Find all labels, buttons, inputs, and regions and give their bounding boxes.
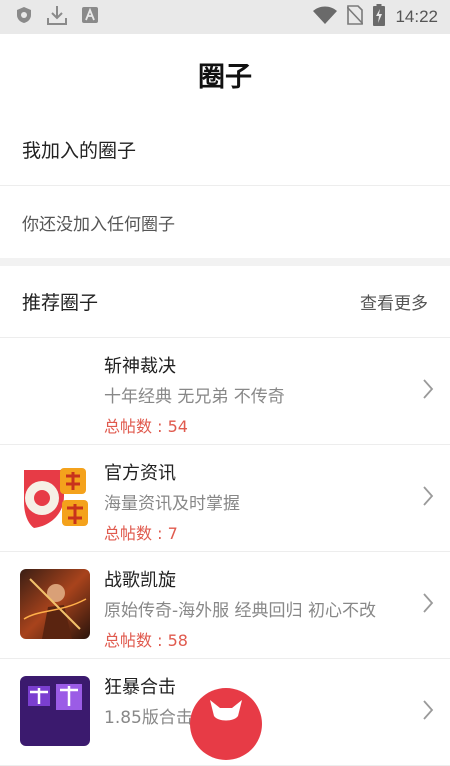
- no-sim-icon: [346, 5, 365, 29]
- circle-desc: 十年经典 无兄弟 不传奇: [104, 387, 285, 407]
- circle-desc: 1.85版合击: [104, 708, 193, 728]
- wifi-icon: [313, 6, 338, 28]
- download-icon: [46, 4, 68, 30]
- floating-post-button[interactable]: [190, 688, 262, 760]
- a-letter-icon: [82, 7, 98, 27]
- empty-state-text: 你还没加入任何圈子: [22, 214, 175, 235]
- circle-thumbnail: [20, 355, 90, 425]
- recommended-title: 推荐圈子: [22, 292, 99, 314]
- warrior-game-art: [20, 569, 90, 639]
- view-more-link[interactable]: 查看更多: [360, 289, 450, 314]
- circle-desc: 原始传奇-海外服 经典回归 初心不改: [104, 601, 376, 621]
- page-title: 圈子: [198, 61, 252, 93]
- circle-post-count: 总帖数 : 54: [104, 417, 188, 436]
- circle-item[interactable]: 战歌凯旋 原始传奇-海外服 经典回归 初心不改 总帖数 : 58: [0, 552, 450, 659]
- circle-desc: 海量资讯及时掌握: [104, 494, 240, 514]
- chevron-right-icon: [422, 592, 434, 618]
- chevron-right-icon: [422, 485, 434, 511]
- recommended-header: 推荐圈子 查看更多: [0, 266, 450, 338]
- chevron-right-icon: [422, 699, 434, 725]
- circle-name: 战歌凯旋: [104, 570, 176, 591]
- status-time: 14:22: [395, 7, 438, 26]
- battery-charging-icon: [373, 4, 386, 30]
- my-circles-header: 我加入的圈子: [0, 114, 450, 186]
- page-header: 圈子: [0, 34, 450, 115]
- status-bar: 14:22: [0, 0, 450, 34]
- my-circles-empty: 你还没加入任何圈子: [0, 186, 450, 258]
- section-divider: [0, 258, 450, 266]
- circle-item[interactable]: 官方资讯 海量资讯及时掌握 总帖数 : 7: [0, 445, 450, 552]
- purple-game-art: [20, 676, 90, 746]
- circle-name: 官方资讯: [104, 463, 176, 484]
- circle-name: 斩神裁决: [104, 356, 176, 377]
- shield-icon: [16, 6, 32, 28]
- circle-name: 狂暴合击: [104, 677, 176, 698]
- chevron-right-icon: [422, 378, 434, 404]
- official-news-logo: [20, 462, 90, 532]
- my-circles-title: 我加入的圈子: [22, 140, 137, 162]
- circle-post-count: 总帖数 : 7: [104, 524, 178, 543]
- circle-item[interactable]: 斩神裁决 十年经典 无兄弟 不传奇 总帖数 : 54: [0, 338, 450, 445]
- circle-post-count: 总帖数 : 58: [104, 631, 188, 650]
